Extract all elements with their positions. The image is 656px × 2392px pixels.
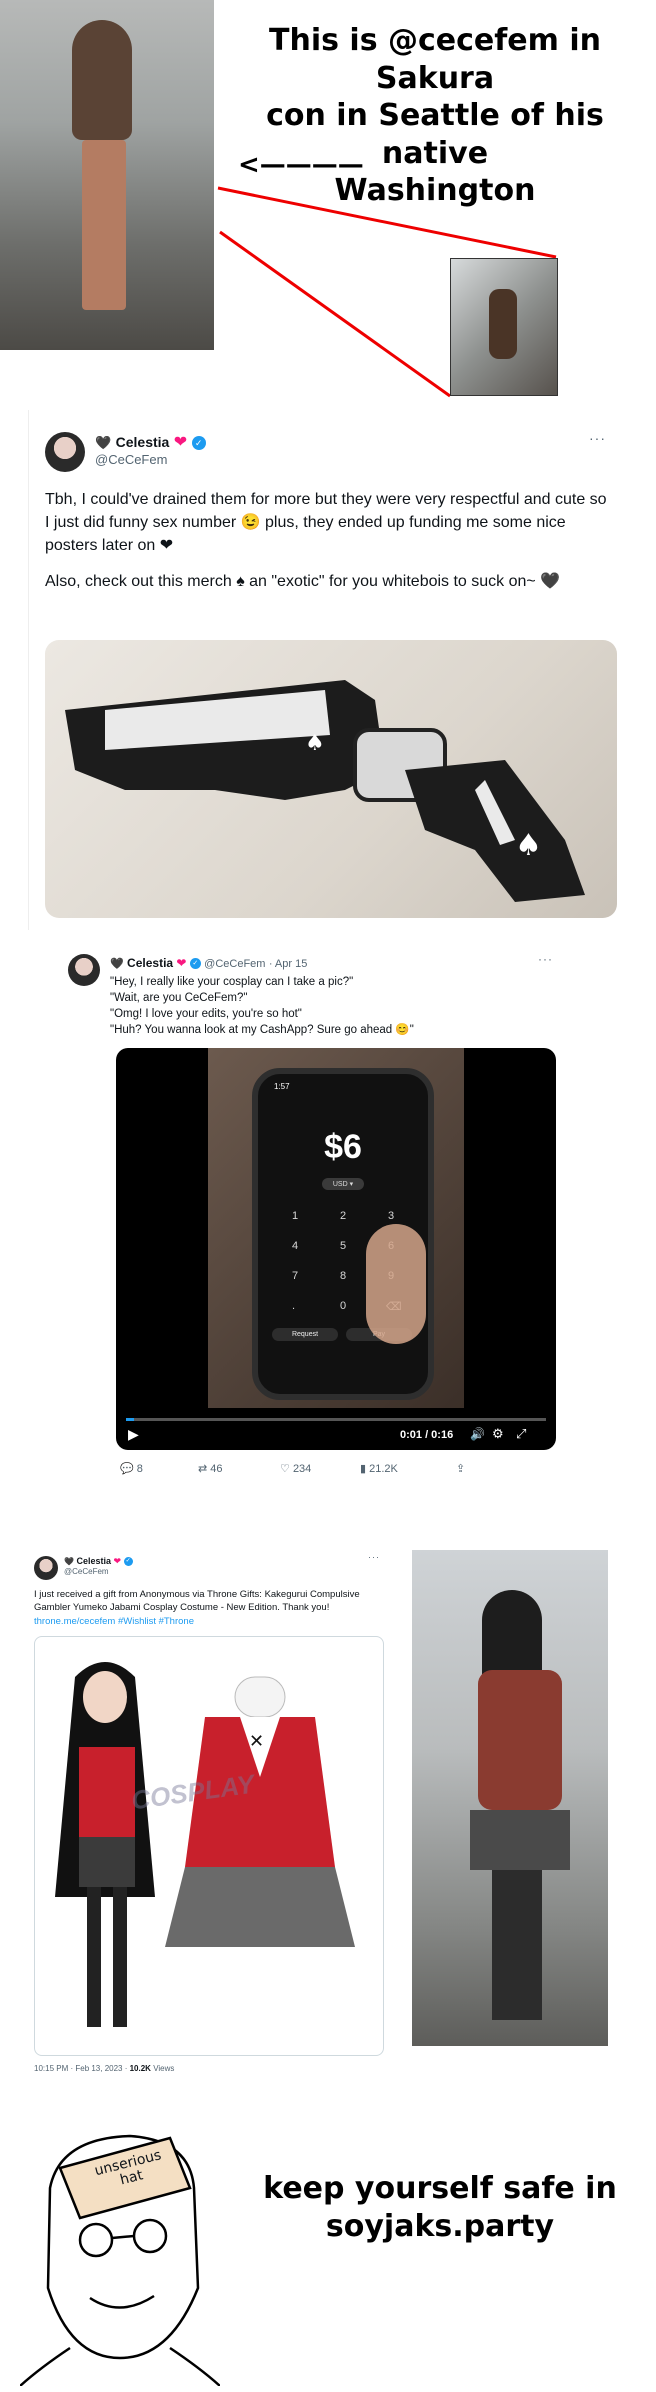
keypad-key-1: 1 — [292, 1210, 299, 1222]
svg-text:♠: ♠ — [305, 731, 325, 756]
tweet-text-1: Tbh, I could've drained them for more bu… — [45, 491, 607, 555]
keypad-key-7: 7 — [292, 1270, 299, 1282]
heart-black-icon: 🖤 — [64, 1557, 74, 1566]
tweet-text: "Hey, I really like your cosplay can I t… — [110, 974, 414, 1038]
quote-line: "Wait, are you CeCeFem?" — [110, 992, 248, 1005]
keypad-key-4: 4 — [292, 1240, 299, 1252]
revolver-image[interactable]: ♠ ♠ — [45, 640, 617, 918]
volume-icon[interactable]: 🔊 — [470, 1427, 485, 1441]
tweet-header: 🖤 Celestia ❤ ✓ @CeCeFem · Apr 15 — [110, 956, 307, 970]
fullscreen-icon[interactable]: ⤢ — [516, 1426, 526, 1442]
share-button[interactable]: ⇪ — [456, 1462, 465, 1475]
person-legs — [492, 1870, 542, 2020]
share-icon: ⇪ — [456, 1463, 466, 1475]
more-options-icon[interactable]: ··· — [538, 952, 553, 966]
video-time: 0:01 / 0:16 — [400, 1429, 454, 1441]
person-torso — [478, 1670, 562, 1810]
verified-badge-icon: ✓ — [191, 435, 206, 450]
view-count: 10.2K — [129, 2064, 151, 2073]
cash-amount: $6 — [324, 1128, 362, 1166]
handle[interactable]: @CeCeFem — [95, 452, 206, 467]
retweet-count: 46 — [210, 1463, 223, 1475]
keypad-key-dot: . — [292, 1300, 296, 1312]
tweet-3: 🖤 Celestia ❤ ✓ @CeCeFem ··· I just recei… — [28, 1548, 388, 2100]
tweet-text-body: I just received a gift from Anonymous vi… — [34, 1589, 360, 1614]
like-icon: ♡ — [280, 1463, 290, 1475]
person-skirt — [470, 1810, 570, 1870]
avatar[interactable] — [45, 432, 85, 472]
quote-line: "Omg! I love your edits, you're so hot" — [110, 1008, 302, 1021]
costume-illustration: ✕ — [55, 1662, 355, 2027]
settings-gear-icon[interactable]: ⚙ — [492, 1426, 504, 1442]
tweet-footer: 10:15 PM · Feb 13, 2023 · 10.2K Views — [34, 2064, 174, 2073]
keypad-key-2: 2 — [340, 1210, 347, 1222]
avatar[interactable] — [68, 954, 100, 986]
views-label: Views — [150, 2064, 175, 2073]
caption-bottom: keep yourself safe in soyjaks.party — [240, 2170, 640, 2245]
tweet-2: 🖤 Celestia ❤ ✓ @CeCeFem · Apr 15 ··· "He… — [58, 942, 578, 1502]
keypad-key-8: 8 — [340, 1270, 347, 1282]
quote-line: "Hey, I really like your cosplay can I t… — [110, 976, 354, 988]
soyjak-drawing: unserious hat — [19, 2118, 221, 2387]
caption-bottom-line1: keep yourself safe in — [263, 2171, 617, 2206]
request-button: Request — [272, 1328, 338, 1341]
currency-pill: USD ▾ — [322, 1178, 364, 1190]
video-progress-fill — [126, 1418, 134, 1421]
like-button[interactable]: ♡ 234 — [280, 1462, 311, 1475]
keypad-key-0: 0 — [340, 1300, 347, 1312]
display-name[interactable]: Celestia — [76, 1556, 111, 1566]
tweet-1: 🖤 Celestia ❤ ✓ @CeCeFem ··· Tbh, I could… — [28, 410, 633, 930]
quote-line: "Huh? You wanna look at my CashApp? Sure… — [110, 1024, 414, 1037]
video-player[interactable]: 1:57 $6 USD ▾ 1 2 3 4 5 6 7 8 9 . 0 ⌫ Re… — [116, 1048, 556, 1450]
reply-count: 8 — [136, 1463, 143, 1475]
heart-icon: ❤ — [113, 1556, 122, 1566]
svg-text:✕: ✕ — [249, 1731, 264, 1752]
keypad-key-5: 5 — [340, 1240, 347, 1252]
tweet-link[interactable]: throne.me/cecefem #Wishlist #Throne — [34, 1616, 194, 1627]
display-name[interactable]: Celestia — [116, 434, 170, 450]
like-count: 234 — [292, 1463, 312, 1475]
costume-image[interactable]: ✕ COSPLAY — [34, 1636, 384, 2056]
handle[interactable]: @CeCeFem — [64, 1567, 133, 1576]
tweet-timestamp[interactable]: 10:15 PM · Feb 13, 2023 · — [34, 2064, 130, 2073]
svg-text:♠: ♠ — [515, 828, 542, 863]
play-icon[interactable]: ▶ — [128, 1426, 139, 1443]
tweet-header: 🖤 Celestia ❤ ✓ @CeCeFem — [64, 1556, 133, 1576]
more-options-icon[interactable]: ··· — [589, 430, 606, 446]
video-progress-track[interactable] — [126, 1418, 546, 1421]
caption-bottom-line2: soyjaks.party — [325, 2208, 555, 2244]
verified-badge-icon: ✓ — [189, 958, 201, 970]
handle[interactable]: @CeCeFem — [204, 958, 265, 970]
heart-black-icon: 🖤 — [95, 435, 112, 450]
display-name[interactable]: Celestia — [127, 956, 173, 970]
zoom-inset-photo — [450, 258, 558, 396]
revolver-illustration: ♠ ♠ — [65, 680, 585, 902]
tweet-text-2: Also, check out this merch ♠ an "exotic"… — [45, 573, 561, 590]
views-button[interactable]: ▮ 21.2K — [360, 1462, 398, 1475]
reply-button[interactable]: 💬 8 — [120, 1462, 143, 1475]
finger — [366, 1224, 426, 1344]
views-icon: ▮ — [360, 1463, 367, 1475]
inset-figure — [489, 289, 517, 359]
views-count: 21.2K — [369, 1463, 398, 1475]
verified-badge-icon: ✓ — [123, 1557, 133, 1567]
tweet-date[interactable]: · Apr 15 — [269, 958, 308, 970]
heart-icon: ❤ — [176, 956, 187, 970]
tweet-text: I just received a gift from Anonymous vi… — [34, 1588, 374, 1628]
tweet-header: 🖤 Celestia ❤ ✓ @CeCeFem — [95, 432, 206, 467]
reply-icon: 💬 — [120, 1463, 134, 1475]
second-photo — [412, 1550, 608, 2046]
heart-black-icon: 🖤 — [110, 958, 124, 970]
heart-icon: ❤ — [173, 434, 188, 451]
retweet-button[interactable]: ⇄ 46 — [198, 1462, 223, 1475]
avatar[interactable] — [34, 1556, 58, 1580]
keypad-key-3: 3 — [388, 1210, 395, 1222]
phone-time: 1:57 — [274, 1082, 290, 1091]
retweet-icon: ⇄ — [198, 1463, 208, 1475]
more-options-icon[interactable]: ··· — [368, 1552, 380, 1562]
